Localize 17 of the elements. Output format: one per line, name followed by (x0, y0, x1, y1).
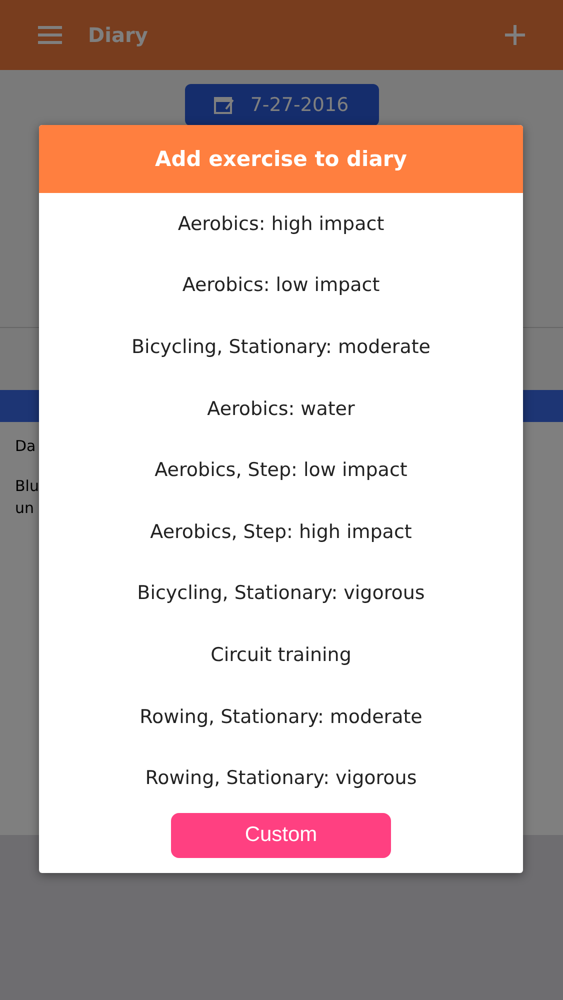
row-text: Blu un (15, 476, 39, 518)
app-title: Diary (88, 23, 149, 47)
exercise-option[interactable]: Circuit training (210, 624, 352, 686)
dialog-title: Add exercise to diary (155, 147, 407, 171)
exercise-option[interactable]: Aerobics: high impact (178, 193, 384, 255)
menu-icon[interactable] (38, 26, 62, 44)
calendar-icon (214, 95, 234, 115)
exercise-option[interactable]: Aerobics, Step: low impact (154, 439, 408, 501)
row-text: Da (15, 436, 36, 457)
exercise-option[interactable]: Rowing, Stationary: moderate (140, 686, 422, 748)
exercise-option[interactable]: Bicycling, Stationary: moderate (132, 316, 430, 378)
exercise-option[interactable]: Aerobics: water (207, 378, 355, 440)
exercise-option[interactable]: Aerobics: low impact (182, 254, 380, 316)
exercise-option[interactable]: Aerobics, Step: high impact (150, 500, 412, 563)
exercise-option[interactable]: Rowing, Stationary: vigorous (145, 747, 417, 809)
add-icon[interactable] (505, 25, 525, 45)
exercise-option[interactable]: Bicycling, Stationary: vigorous (137, 562, 425, 624)
